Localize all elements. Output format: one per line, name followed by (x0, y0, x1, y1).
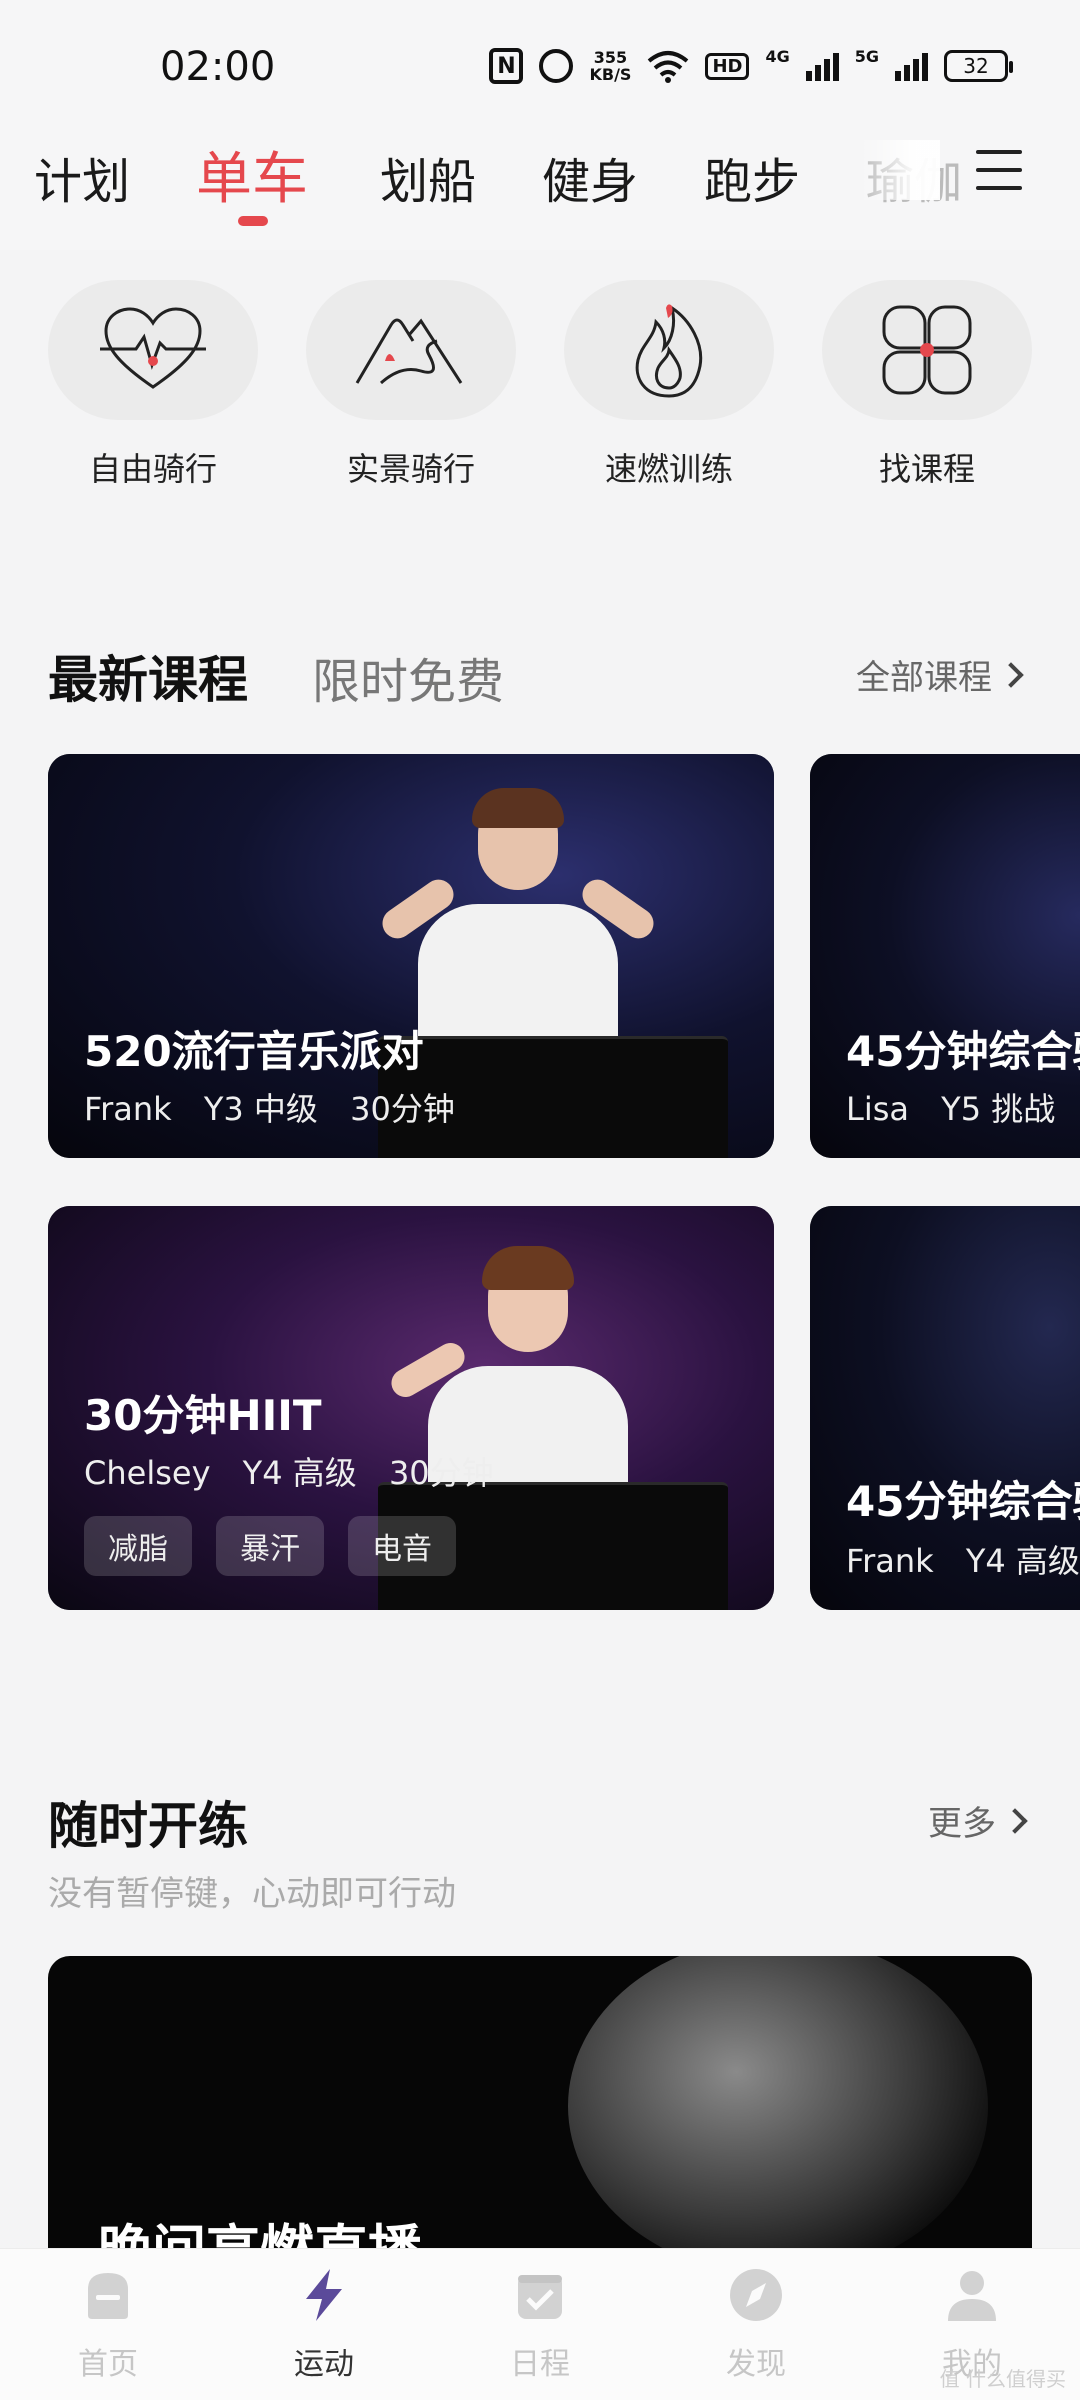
course-card[interactable]: 520流行音乐派对 Frank Y3 中级 30分钟 (48, 754, 774, 1158)
hd-icon: HD (705, 52, 750, 80)
tab-indicator (238, 216, 268, 226)
course-card[interactable]: 45分钟综合骑 Lisa Y5 挑战 4 (810, 754, 1080, 1158)
heart-pulse-icon (100, 307, 206, 389)
calendar-check-icon (518, 2275, 562, 2319)
course-tags: 减脂 暴汗 电音 (84, 1516, 456, 1576)
sport-tabs: 计划 单车 划船 健身 跑步 瑜伽 (0, 140, 1080, 250)
lightning-icon (306, 2269, 342, 2321)
all-courses-link[interactable]: 全部课程 (856, 650, 1024, 699)
course-coach: Frank (846, 1542, 934, 1580)
quick-free-ride[interactable]: 自由骑行 (48, 280, 258, 490)
quick-free-ride-label: 自由骑行 (88, 450, 217, 488)
course-card[interactable]: 30分钟HIIT Chelsey Y4 高级 30分钟 减脂 暴汗 电音 (48, 1206, 774, 1610)
course-tag[interactable]: 电音 (348, 1516, 456, 1576)
nav-discover[interactable]: 发现 (686, 2267, 826, 2383)
course-meta: Chelsey Y4 高级 30分钟 (84, 1448, 516, 1494)
nav-sport[interactable]: 运动 (254, 2267, 394, 2383)
quick-find-course-circle (822, 280, 1032, 420)
course-level: Y4 高级 (965, 1542, 1080, 1580)
tab-rowing[interactable]: 划船 (380, 142, 476, 212)
anytime-title: 随时开练 (48, 1797, 248, 1855)
chevron-right-icon (998, 661, 1024, 688)
home-icon (88, 2273, 128, 2319)
tab-fade (860, 140, 940, 200)
nav-discover-label: 发现 (726, 2347, 786, 2382)
course-card[interactable]: 45分钟综合骑 Frank Y4 高级 (810, 1206, 1080, 1610)
course-title: 45分钟综合骑 (846, 1027, 1080, 1076)
net-4g: 4G (765, 46, 790, 66)
quick-scenic-ride[interactable]: 实景骑行 (306, 280, 516, 490)
network-speed: 355 KB/S (589, 49, 631, 83)
course-coach: Lisa (846, 1090, 909, 1128)
course-coach: Frank (84, 1090, 172, 1128)
course-meta: Lisa Y5 挑战 4 (846, 1084, 1080, 1130)
nav-home[interactable]: 首页 (38, 2267, 178, 2383)
course-coach: Chelsey (84, 1454, 211, 1492)
quick-free-ride-circle (48, 280, 258, 420)
quick-fast-burn[interactable]: 速燃训练 (564, 280, 774, 490)
mountain-road-icon (355, 318, 463, 385)
net-5g: 5G (854, 46, 879, 66)
wifi-icon (648, 51, 689, 83)
anytime-subtitle: 没有暂停键，心动即可行动 (48, 1874, 456, 1914)
status-icons: N 355 KB/S HD 4G 5G 32 (489, 44, 1013, 88)
quick-scenic-ride-circle (306, 280, 516, 420)
course-tag[interactable]: 减脂 (84, 1516, 192, 1576)
course-duration: 30分钟 (350, 1090, 455, 1128)
user-icon (948, 2271, 996, 2321)
tab-plan[interactable]: 计划 (34, 142, 130, 212)
nav-home-label: 首页 (78, 2347, 138, 2382)
battery-icon: 32 (944, 50, 1013, 82)
latest-courses-title[interactable]: 最新课程 (48, 640, 248, 712)
status-bar: 02:00 N 355 KB/S HD 4G 5G 32 (0, 0, 1080, 140)
nav-sport-label: 运动 (294, 2347, 354, 2382)
more-label: 更多 (928, 1804, 996, 1844)
signal-bars-2 (895, 51, 928, 81)
course-title: 30分钟HIIT (84, 1391, 322, 1440)
live-promo-card[interactable]: 晚间高燃直播 (48, 1956, 1032, 2256)
speed-unit: KB/S (589, 65, 632, 84)
quick-fast-burn-circle (564, 280, 774, 420)
watermark: 值 什么值得买 (939, 2367, 1066, 2391)
status-time: 02:00 (160, 44, 276, 90)
all-courses-label: 全部课程 (856, 658, 992, 698)
course-level: Y4 高级 (242, 1454, 357, 1492)
tab-bike[interactable]: 单车 (196, 134, 308, 215)
menu-icon[interactable] (976, 150, 1022, 190)
quick-find-course[interactable]: 找课程 (822, 280, 1032, 490)
tab-fitness[interactable]: 健身 (542, 142, 638, 212)
nav-schedule-label: 日程 (510, 2347, 570, 2382)
signal-bars-1 (805, 51, 839, 81)
course-meta: Frank Y4 高级 (846, 1536, 1080, 1582)
compass-icon (730, 2269, 782, 2321)
course-title: 520流行音乐派对 (84, 1027, 424, 1076)
course-title: 45分钟综合骑 (846, 1477, 1080, 1526)
course-duration: 30分钟 (388, 1454, 494, 1492)
flame-icon (635, 304, 703, 398)
quick-entries: 自由骑行 实景骑行 速燃训练 找课程 (0, 280, 1080, 500)
quick-fast-burn-label: 速燃训练 (604, 450, 733, 488)
quick-find-course-label: 找课程 (878, 450, 975, 488)
course-tag[interactable]: 暴汗 (216, 1516, 324, 1576)
limited-free-tab[interactable]: 限时免费 (312, 642, 504, 712)
course-meta: Frank Y3 中级 30分钟 (84, 1084, 477, 1130)
chevron-right-icon (1002, 1807, 1028, 1834)
alarm-icon (539, 49, 574, 83)
bottom-nav: 首页 运动 日程 发现 我的 值 什么值得买 (0, 2248, 1080, 2400)
nav-schedule[interactable]: 日程 (470, 2267, 610, 2383)
more-link[interactable]: 更多 (928, 1796, 1028, 1845)
course-level: Y3 中级 (203, 1090, 318, 1128)
quick-scenic-ride-label: 实景骑行 (346, 450, 475, 488)
tab-running[interactable]: 跑步 (704, 142, 800, 212)
nfc-icon: N (489, 48, 524, 84)
clover-grid-icon (882, 305, 972, 395)
course-level: Y5 挑战 (941, 1090, 1056, 1128)
promo-figure (568, 1956, 988, 2256)
